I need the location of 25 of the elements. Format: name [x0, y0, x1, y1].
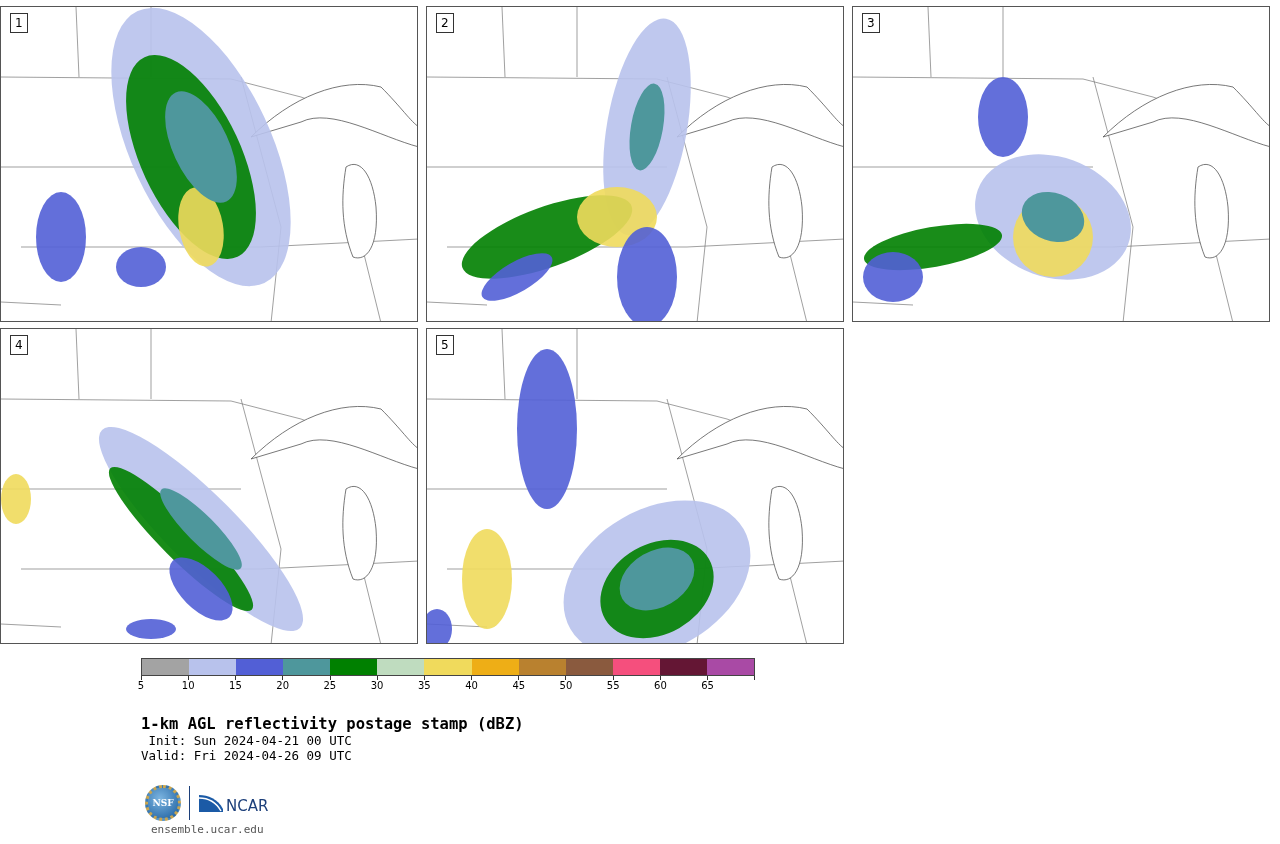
tick-label: 60	[653, 680, 668, 691]
panel-number: 4	[10, 335, 28, 355]
init-time: Init: Sun 2024-04-21 00 UTC	[147, 733, 353, 748]
seal-logo: NSF	[145, 785, 181, 821]
panel-number: 5	[436, 335, 454, 355]
tick-label: 25	[322, 680, 338, 691]
tick-label: 50	[558, 680, 574, 691]
tick-label: 20	[275, 680, 290, 691]
tick-label: 35	[416, 680, 432, 691]
panel-number: 1	[10, 13, 28, 33]
panel-number: 2	[436, 13, 454, 33]
tick-label: 15	[228, 680, 243, 691]
tick-label: 30	[369, 680, 385, 691]
tick-label: 40	[464, 680, 479, 691]
org-logo-text: NCAR	[226, 799, 269, 813]
tick-label: 65	[700, 680, 715, 691]
chart-title: 1-km AGL reflectivity postage stamp (dBZ)	[141, 715, 525, 733]
tick-label: 5	[136, 680, 146, 691]
tick-label: 10	[180, 680, 196, 691]
tick-label: 55	[605, 680, 621, 691]
swoosh-icon	[198, 793, 224, 813]
tick-label: 45	[511, 680, 527, 691]
panel-number: 3	[862, 13, 880, 33]
site-url: ensemble.ucar.edu	[151, 823, 265, 836]
valid-time: Valid: Fri 2024-04-26 09 UTC	[141, 748, 353, 763]
